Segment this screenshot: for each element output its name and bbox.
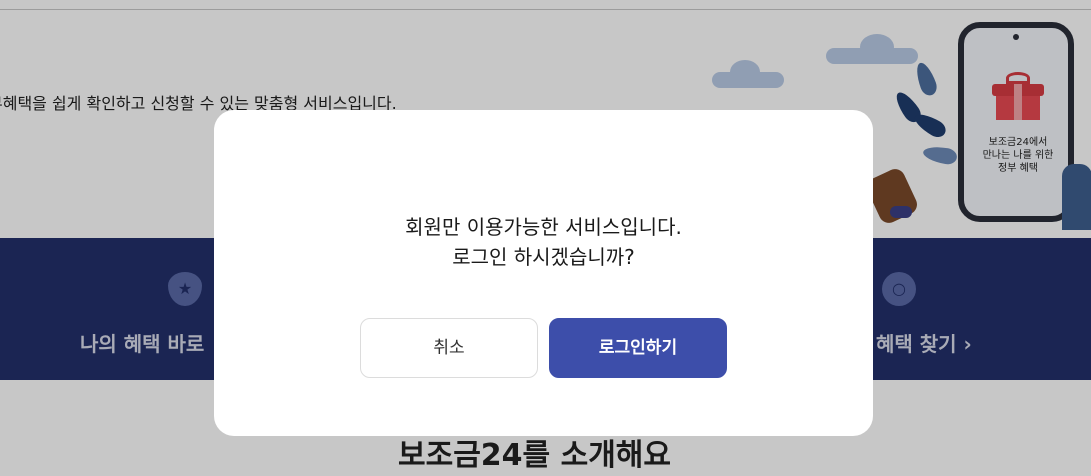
login-required-dialog: 회원만 이용가능한 서비스입니다. 로그인 하시겠습니까? 취소 로그인하기 [214,110,873,436]
dialog-message-line: 로그인 하시겠습니까? [452,245,635,269]
dialog-message: 회원만 이용가능한 서비스입니다. 로그인 하시겠습니까? [214,212,873,272]
dialog-message-line: 회원만 이용가능한 서비스입니다. [405,215,682,239]
login-button[interactable]: 로그인하기 [549,318,727,378]
cancel-button[interactable]: 취소 [360,318,538,378]
